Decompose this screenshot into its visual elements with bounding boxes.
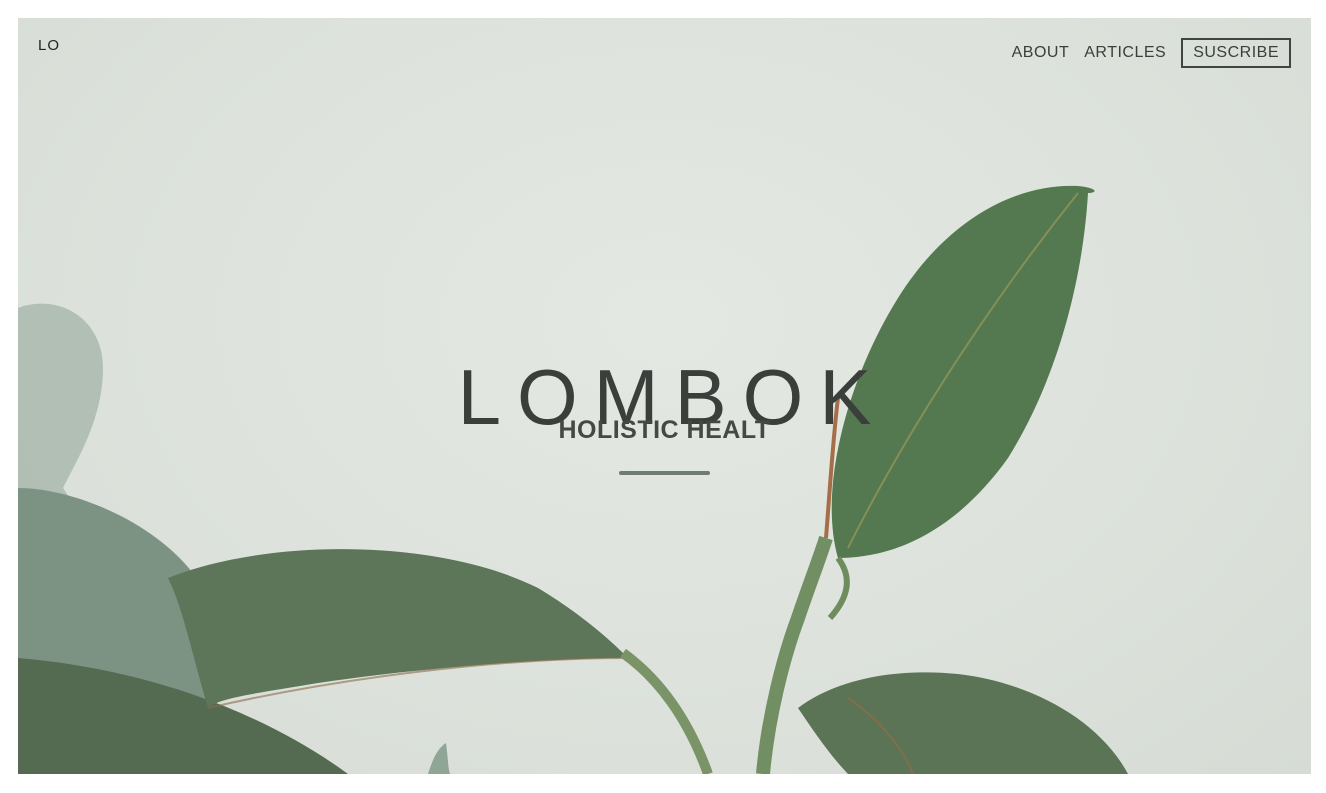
site-logo[interactable]: LO (38, 37, 60, 54)
subscribe-button[interactable]: SUSCRIBE (1181, 38, 1291, 68)
nav-about-link[interactable]: ABOUT (1012, 44, 1070, 62)
nav-articles-link[interactable]: ARTICLES (1084, 44, 1166, 62)
title-divider (619, 471, 710, 475)
top-navigation: ABOUT ARTICLES SUSCRIBE (1012, 38, 1291, 68)
hero-section: LO ABOUT ARTICLES SUSCRIBE LOMBOK HOLIST… (18, 18, 1311, 774)
hero-subtitle: HOLISTIC HEALT (558, 416, 771, 444)
